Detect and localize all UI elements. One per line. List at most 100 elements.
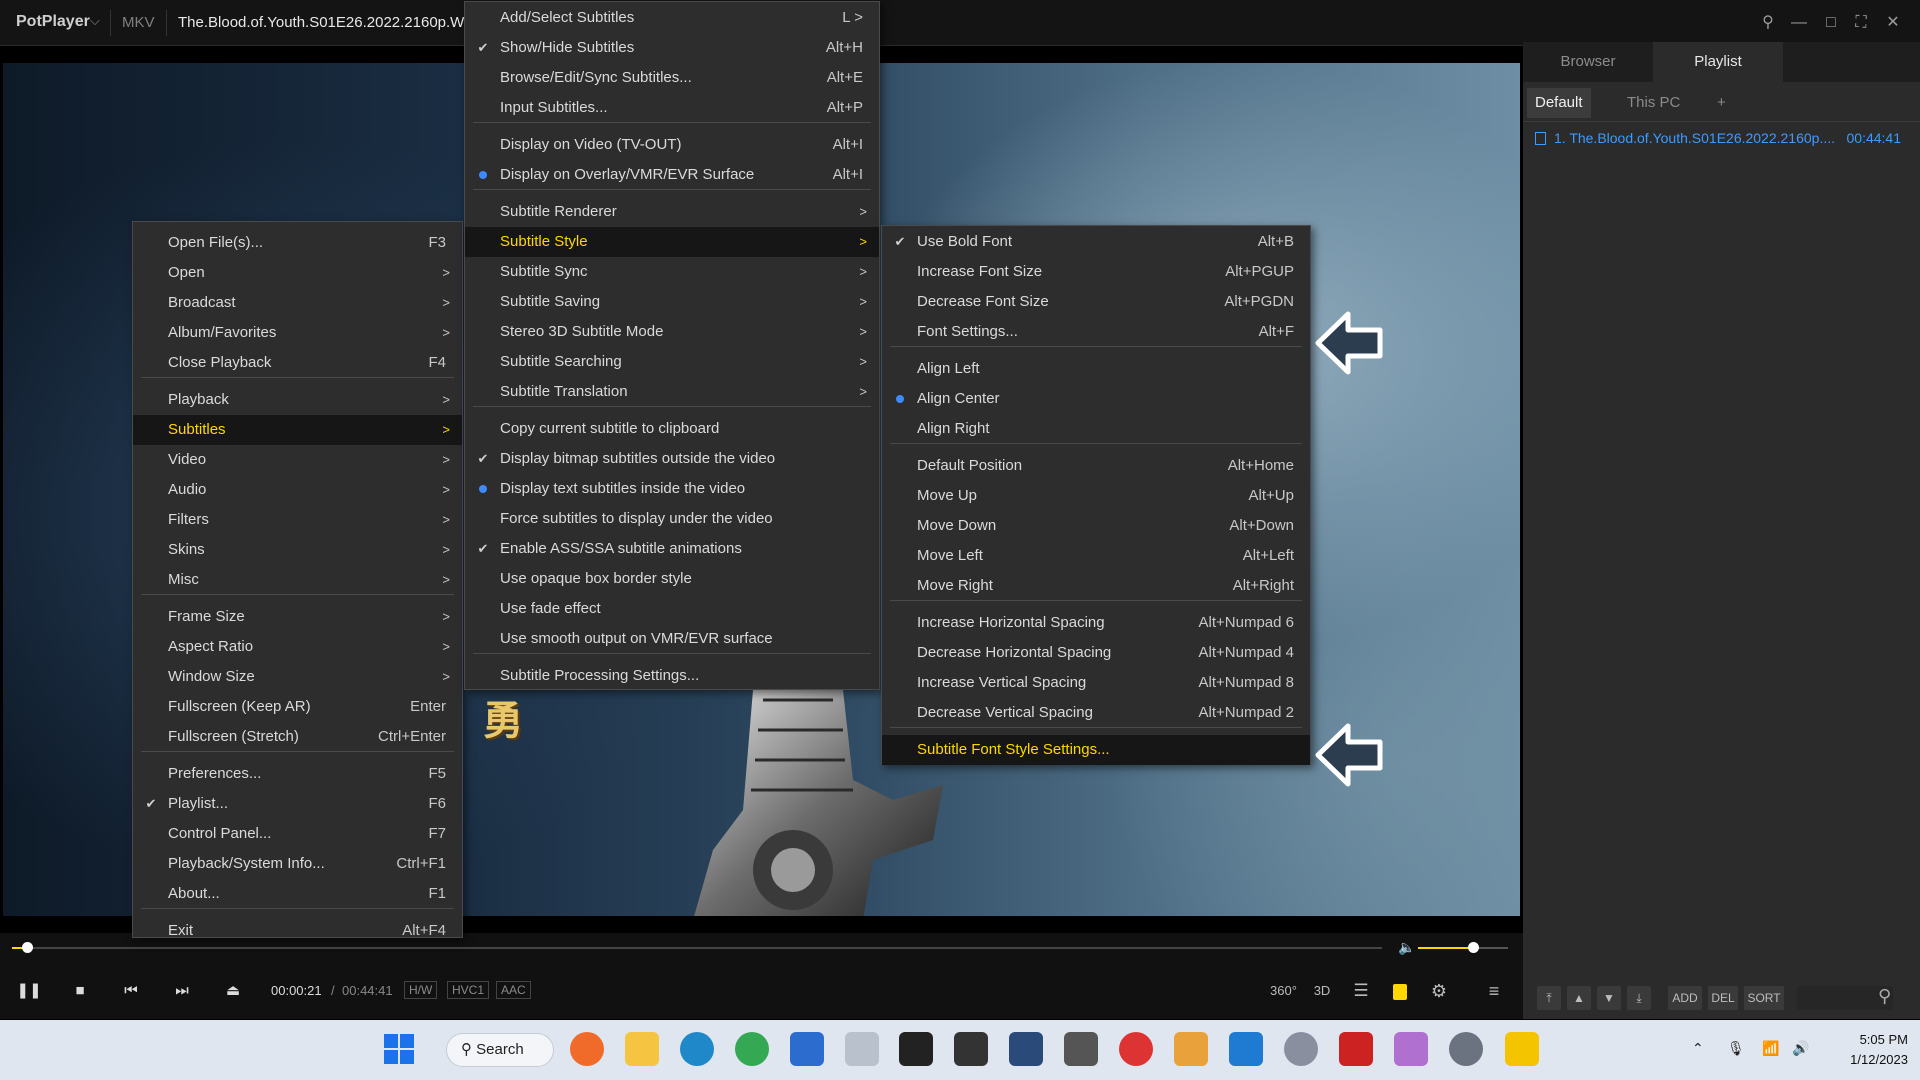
menu-icon[interactable]: ≡	[1481, 979, 1507, 1003]
menu-item-misc[interactable]: Misc >	[133, 565, 462, 595]
menu-item-move-down[interactable]: Move Down Alt+Down	[882, 511, 1310, 541]
menu-item-exit[interactable]: Exit Alt+F4	[133, 916, 462, 946]
menu-item-fullscreen-keep-ar[interactable]: Fullscreen (Keep AR) Enter	[133, 692, 462, 722]
menu-item-decrease-vertical-spacing[interactable]: Decrease Vertical Spacing Alt+Numpad 2	[882, 698, 1310, 728]
menu-item-subtitle-sync[interactable]: Subtitle Sync >	[465, 257, 879, 287]
menu-item-audio[interactable]: Audio >	[133, 475, 462, 505]
app-menu-button[interactable]: PotPlayer	[16, 13, 90, 31]
menu-item-video[interactable]: Video >	[133, 445, 462, 475]
move-up-icon[interactable]: ▲	[1567, 986, 1591, 1010]
menu-item-enable-ass-ssa-subtitle-animations[interactable]: ✔ Enable ASS/SSA subtitle animations	[465, 534, 879, 564]
edge-icon[interactable]	[680, 1032, 714, 1066]
app-icon[interactable]	[1174, 1032, 1208, 1066]
list-item[interactable]: 1. The.Blood.of.Youth.S01E26.2022.2160p.…	[1535, 130, 1915, 152]
menu-item-move-up[interactable]: Move Up Alt+Up	[882, 481, 1310, 511]
volume-slider[interactable]	[1418, 947, 1508, 949]
menu-item-align-left[interactable]: Align Left	[882, 354, 1310, 384]
seek-bar[interactable]	[12, 947, 1382, 949]
speaker-icon[interactable]: 🔊	[1792, 1040, 1809, 1057]
menu-item-playback[interactable]: Playback >	[133, 385, 462, 415]
vr-360-button[interactable]: 360°	[1270, 979, 1297, 1003]
app-icon[interactable]	[954, 1032, 988, 1066]
seek-handle[interactable]	[22, 942, 33, 953]
menu-item-about[interactable]: About... F1	[133, 879, 462, 909]
menu-item-display-bitmap-subtitles-outside-the-video[interactable]: ✔ Display bitmap subtitles outside the vi…	[465, 444, 879, 474]
menu-item-subtitle-style[interactable]: Subtitle Style >	[465, 227, 879, 257]
move-down-icon[interactable]: ▼	[1597, 986, 1621, 1010]
menu-item-align-right[interactable]: Align Right	[882, 414, 1310, 444]
menu-item-browse-edit-sync-subtitles[interactable]: Browse/Edit/Sync Subtitles... Alt+E	[465, 63, 879, 93]
menu-item-subtitle-font-style-settings[interactable]: Subtitle Font Style Settings...	[882, 735, 1310, 765]
wifi-icon[interactable]: 📶	[1762, 1040, 1779, 1057]
menu-item-playback-system-info[interactable]: Playback/System Info... Ctrl+F1	[133, 849, 462, 879]
menu-item-close-playback[interactable]: Close Playback F4	[133, 348, 462, 378]
eject-button[interactable]: ⏏	[219, 979, 247, 1003]
app-icon[interactable]	[1284, 1032, 1318, 1066]
app-icon[interactable]	[1064, 1032, 1098, 1066]
menu-item-skins[interactable]: Skins >	[133, 535, 462, 565]
menu-item-open[interactable]: Open >	[133, 258, 462, 288]
volume-handle[interactable]	[1468, 942, 1479, 953]
close-button[interactable]: ✕	[1882, 12, 1904, 34]
move-top-icon[interactable]: ⤒	[1537, 986, 1561, 1010]
audio-codec-badge[interactable]: AAC	[496, 981, 531, 999]
menu-item-display-text-subtitles-inside-the-video[interactable]: Display text subtitles inside the video	[465, 474, 879, 504]
menu-item-subtitle-renderer[interactable]: Subtitle Renderer >	[465, 197, 879, 227]
cloud-icon[interactable]	[1119, 1032, 1153, 1066]
delete-button[interactable]: DEL	[1708, 986, 1738, 1010]
subtitle-search-icon[interactable]: ☰	[1348, 979, 1374, 1003]
pause-button[interactable]: ❚❚	[15, 979, 43, 1003]
pin-icon[interactable]: ⚲	[1757, 12, 1779, 34]
menu-item-add-select-subtitles[interactable]: Add/Select Subtitles L >	[465, 3, 879, 33]
tab-this-pc[interactable]: This PC	[1619, 88, 1688, 118]
menu-item-frame-size[interactable]: Frame Size >	[133, 602, 462, 632]
subtitle-icon[interactable]	[1387, 979, 1413, 1003]
settings-gear-icon[interactable]	[1449, 1032, 1483, 1066]
menu-item-use-bold-font[interactable]: ✔ Use Bold Font Alt+B	[882, 227, 1310, 257]
maximize-button[interactable]: □	[1820, 12, 1842, 34]
menu-item-increase-horizontal-spacing[interactable]: Increase Horizontal Spacing Alt+Numpad 6	[882, 608, 1310, 638]
file-explorer-icon[interactable]	[625, 1032, 659, 1066]
menu-item-use-fade-effect[interactable]: Use fade effect	[465, 594, 879, 624]
menu-item-copy-current-subtitle-to-clipboard[interactable]: Copy current subtitle to clipboard	[465, 414, 879, 444]
menu-item-default-position[interactable]: Default Position Alt+Home	[882, 451, 1310, 481]
tab-browser[interactable]: Browser	[1523, 42, 1653, 82]
menu-item-fullscreen-stretch[interactable]: Fullscreen (Stretch) Ctrl+Enter	[133, 722, 462, 752]
menu-item-window-size[interactable]: Window Size >	[133, 662, 462, 692]
taskbar-search-button[interactable]: ⚲ Search	[446, 1033, 554, 1067]
menu-item-subtitle-processing-settings[interactable]: Subtitle Processing Settings...	[465, 661, 879, 691]
tab-default[interactable]: Default	[1527, 88, 1591, 118]
menu-item-preferences[interactable]: Preferences... F5	[133, 759, 462, 789]
menu-item-use-smooth-output-on-vmr-evr-surface[interactable]: Use smooth output on VMR/EVR surface	[465, 624, 879, 654]
notepad-icon[interactable]	[790, 1032, 824, 1066]
menu-item-subtitles[interactable]: Subtitles >	[133, 415, 462, 445]
start-icon[interactable]	[382, 1032, 416, 1066]
vscode-icon[interactable]	[1229, 1032, 1263, 1066]
menu-item-subtitle-searching[interactable]: Subtitle Searching >	[465, 347, 879, 377]
menu-item-album-favorites[interactable]: Album/Favorites >	[133, 318, 462, 348]
move-bottom-icon[interactable]: ⤓	[1627, 986, 1651, 1010]
menu-item-playlist[interactable]: ✔ Playlist... F6	[133, 789, 462, 819]
stop-button[interactable]: ■	[66, 979, 94, 1003]
minimize-button[interactable]: —	[1788, 12, 1810, 34]
chrome-dev-icon[interactable]	[735, 1032, 769, 1066]
app-icon[interactable]	[1009, 1032, 1043, 1066]
menu-item-decrease-font-size[interactable]: Decrease Font Size Alt+PGDN	[882, 287, 1310, 317]
3d-button[interactable]: 3D	[1309, 979, 1335, 1003]
tab-playlist[interactable]: Playlist	[1653, 42, 1783, 82]
menu-item-subtitle-translation[interactable]: Subtitle Translation >	[465, 377, 879, 407]
app-icon[interactable]	[570, 1032, 604, 1066]
menu-item-decrease-horizontal-spacing[interactable]: Decrease Horizontal Spacing Alt+Numpad 4	[882, 638, 1310, 668]
menu-item-open-file-s[interactable]: Open File(s)... F3	[133, 228, 462, 258]
chevron-up-icon[interactable]: ⌃	[1692, 1040, 1704, 1057]
menu-item-use-opaque-box-border-style[interactable]: Use opaque box border style	[465, 564, 879, 594]
menu-item-align-center[interactable]: Align Center	[882, 384, 1310, 414]
menu-item-move-left[interactable]: Move Left Alt+Left	[882, 541, 1310, 571]
sort-button[interactable]: SORT	[1744, 986, 1784, 1010]
menu-item-increase-vertical-spacing[interactable]: Increase Vertical Spacing Alt+Numpad 8	[882, 668, 1310, 698]
menu-item-display-on-video-tv-out[interactable]: Display on Video (TV-OUT) Alt+I	[465, 130, 879, 160]
menu-item-subtitle-saving[interactable]: Subtitle Saving >	[465, 287, 879, 317]
menu-item-aspect-ratio[interactable]: Aspect Ratio >	[133, 632, 462, 662]
fullscreen-icon[interactable]: ⛶	[1850, 12, 1872, 34]
hw-badge[interactable]: H/W	[404, 981, 438, 999]
